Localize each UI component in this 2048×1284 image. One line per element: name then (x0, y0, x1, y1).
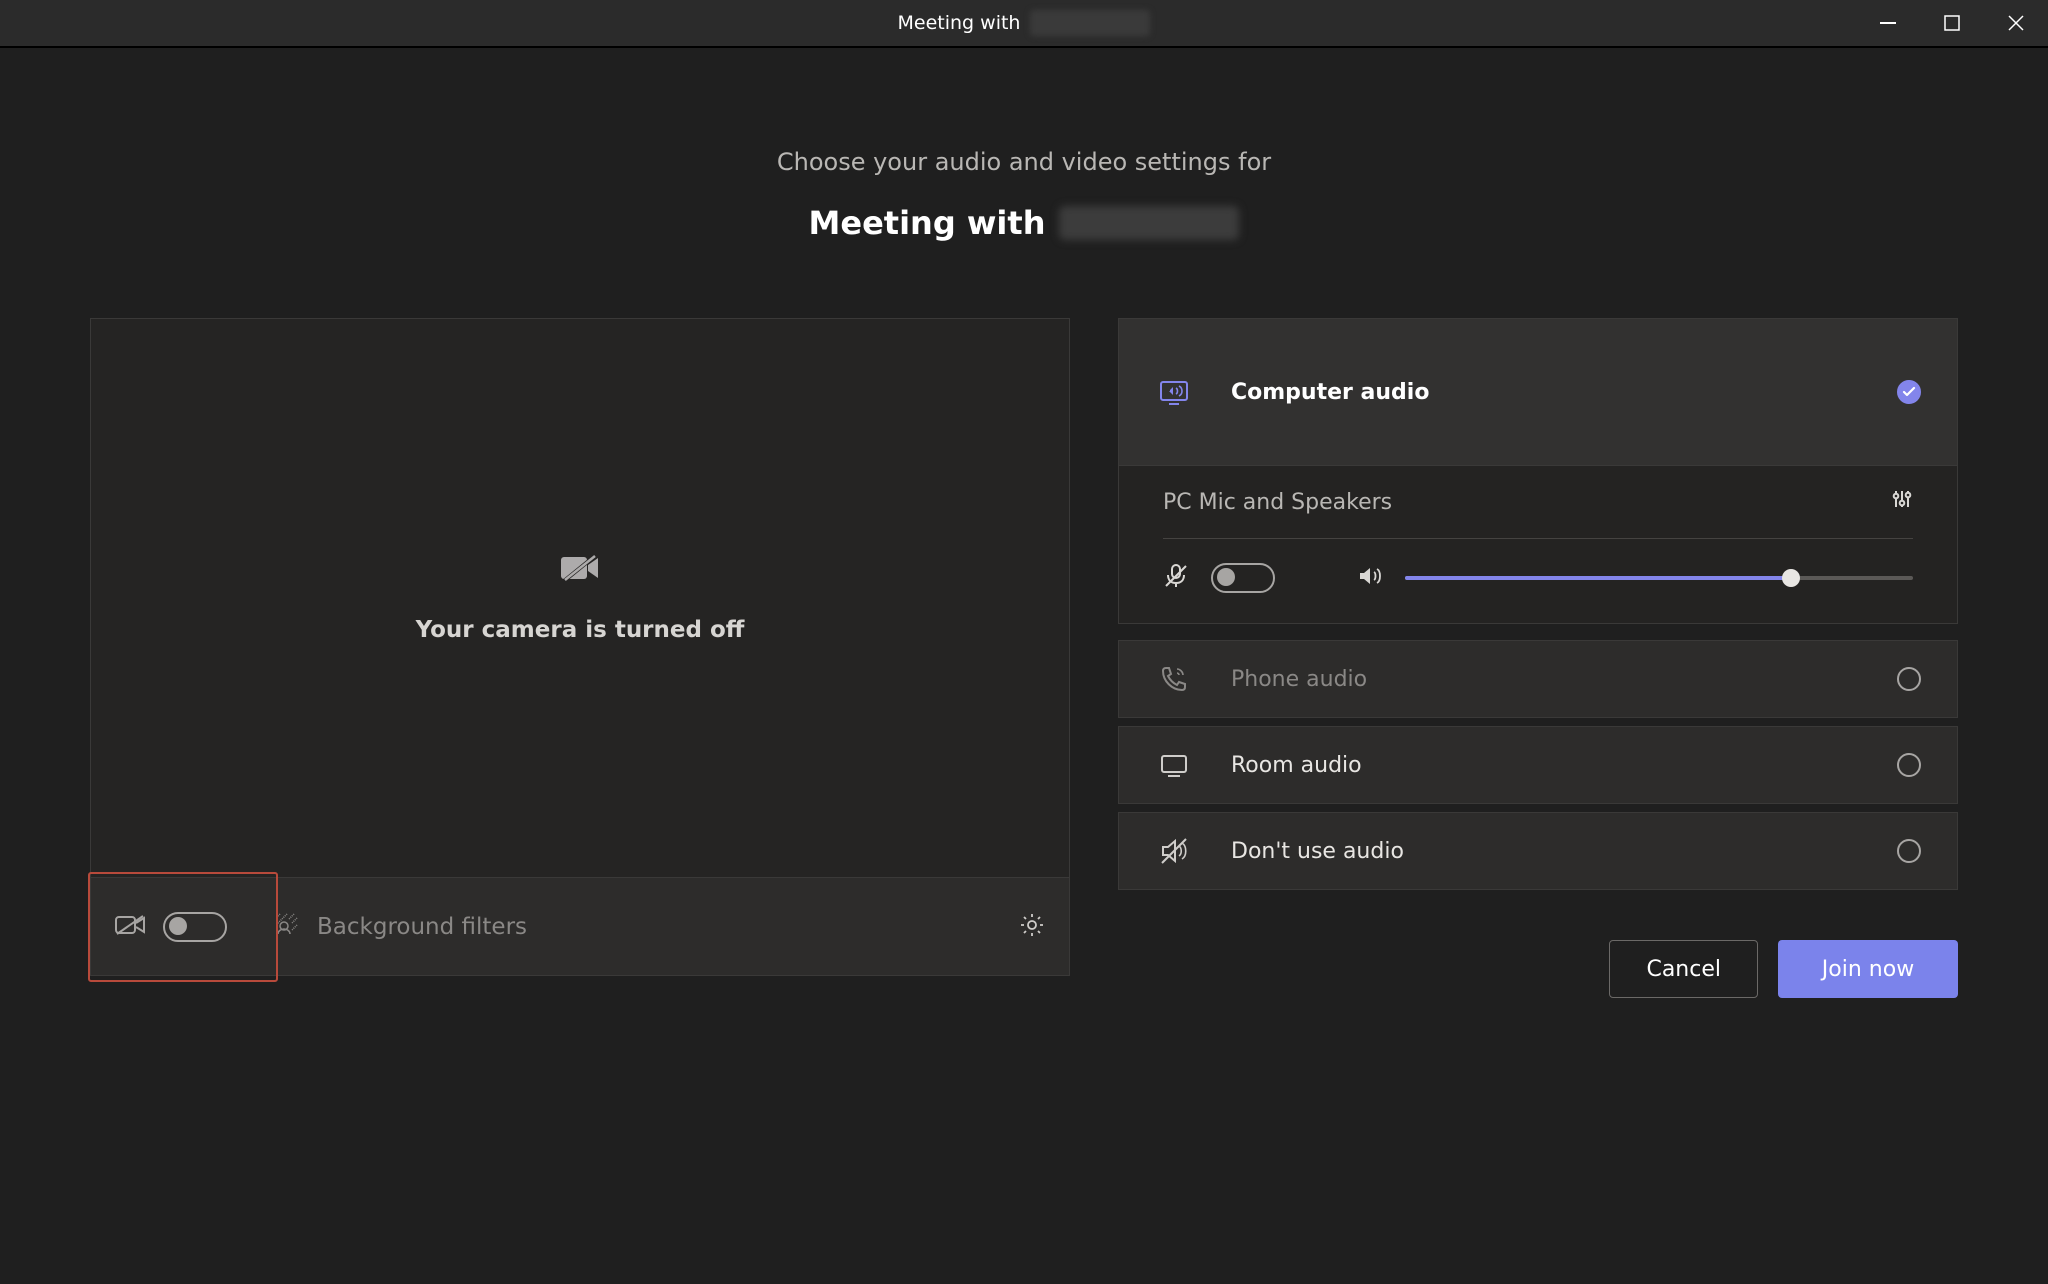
heading-main: Meeting with (90, 204, 1958, 242)
mic-toggle[interactable] (1211, 563, 1275, 593)
window-title-prefix: Meeting with (898, 12, 1021, 34)
room-audio-radio (1897, 753, 1921, 777)
computer-audio-selected-icon (1897, 380, 1921, 404)
join-now-button[interactable]: Join now (1778, 940, 1958, 998)
no-audio-radio (1897, 839, 1921, 863)
audio-option-room[interactable]: Room audio (1118, 726, 1958, 804)
phone-audio-icon (1149, 664, 1199, 694)
video-controls-bar: Background filters (90, 878, 1070, 976)
cancel-label: Cancel (1646, 957, 1721, 982)
background-filters-label: Background filters (317, 914, 527, 940)
speaker-icon (1357, 563, 1383, 593)
camera-off-text: Your camera is turned off (416, 617, 745, 643)
background-filters-icon (275, 912, 299, 942)
audio-device-panel: PC Mic and Speakers (1118, 466, 1958, 624)
heading-main-redacted (1059, 206, 1239, 240)
camera-off-icon (561, 553, 599, 587)
audio-device-name: PC Mic and Speakers (1163, 490, 1392, 515)
room-audio-icon (1149, 750, 1199, 780)
maximize-button[interactable] (1920, 0, 1984, 46)
volume-slider[interactable] (1405, 576, 1913, 580)
video-preview: Your camera is turned off (90, 318, 1070, 878)
footer-buttons: Cancel Join now (1118, 940, 1958, 998)
video-settings-button[interactable] (1019, 912, 1045, 942)
heading-main-prefix: Meeting with (809, 204, 1046, 242)
mic-off-icon (1163, 563, 1189, 593)
background-filters-button[interactable]: Background filters (275, 912, 527, 942)
no-audio-icon (1149, 836, 1199, 866)
window-controls (1856, 0, 2048, 46)
minimize-button[interactable] (1856, 0, 1920, 46)
computer-audio-label: Computer audio (1231, 380, 1897, 405)
camera-off-small-icon (115, 914, 145, 940)
computer-audio-icon (1149, 377, 1199, 407)
prejoin-heading: Choose your audio and video settings for… (90, 148, 1958, 242)
window-title: Meeting with (898, 10, 1151, 36)
window-title-redacted (1030, 10, 1150, 36)
audio-option-computer[interactable]: Computer audio (1118, 318, 1958, 466)
audio-option-phone[interactable]: Phone audio (1118, 640, 1958, 718)
join-label: Join now (1822, 957, 1914, 982)
audio-option-no-audio[interactable]: Don't use audio (1118, 812, 1958, 890)
volume-thumb (1782, 569, 1800, 587)
audio-device-settings-button[interactable] (1891, 488, 1913, 516)
phone-audio-radio (1897, 667, 1921, 691)
phone-audio-label: Phone audio (1231, 667, 1897, 692)
audio-panel: Computer audio PC Mic and Speakers (1118, 318, 1958, 998)
titlebar: Meeting with (0, 0, 2048, 48)
video-panel: Your camera is turned off Background fil… (90, 318, 1070, 976)
room-audio-label: Room audio (1231, 753, 1897, 778)
no-audio-label: Don't use audio (1231, 839, 1897, 864)
volume-fill (1405, 576, 1791, 580)
cancel-button[interactable]: Cancel (1609, 940, 1758, 998)
camera-toggle[interactable] (163, 912, 227, 942)
close-button[interactable] (1984, 0, 2048, 46)
heading-sub: Choose your audio and video settings for (90, 148, 1958, 176)
